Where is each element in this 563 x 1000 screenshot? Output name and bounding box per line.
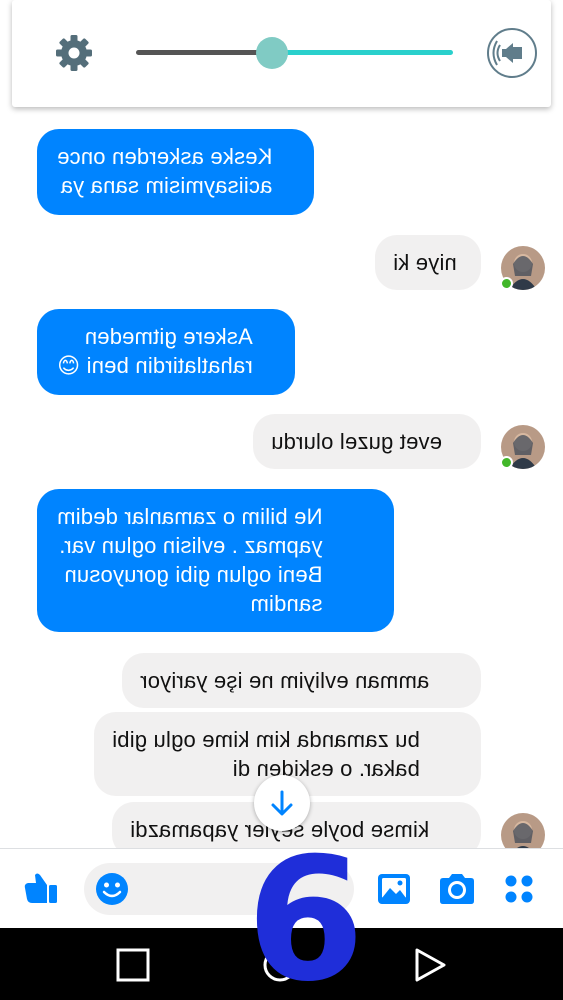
thumbs-up-icon[interactable] [22, 869, 60, 907]
recents-button[interactable] [115, 947, 151, 983]
message-text: Keske askerden once aciisaymisim sana ya [57, 144, 273, 198]
message-text: niye ki [393, 250, 457, 275]
online-indicator [500, 277, 513, 290]
message-bubble-outgoing[interactable]: amman evliyim ne işe yariyor [122, 653, 481, 708]
speaker-icon [492, 40, 522, 66]
camera-icon[interactable] [438, 871, 476, 907]
message-text: Ne bilim o zamanlar dedim yapmaz . evlis… [57, 504, 323, 616]
message-bubble-incoming[interactable]: Keske askerden once aciisaymisim sana ya [37, 129, 314, 215]
message-text: amman evliyim ne işe yariyor [140, 668, 430, 693]
four-dots-icon[interactable] [503, 873, 535, 905]
overlay-number: 9 [246, 814, 365, 1000]
smiley-icon[interactable] [94, 871, 130, 907]
volume-slider-thumb[interactable] [256, 37, 288, 69]
conversation[interactable]: Keske askerden once aciisaymisim sana ya… [0, 0, 563, 848]
speaker-button[interactable] [487, 28, 537, 78]
message-bubble-outgoing[interactable]: evet guzel olurdu [253, 414, 481, 469]
volume-track-filled[interactable] [136, 50, 272, 55]
message-text: evet guzel olurdu [271, 429, 442, 454]
image-icon[interactable] [376, 871, 412, 907]
volume-panel [12, 0, 551, 107]
message-bubble-outgoing[interactable]: niye ki [375, 235, 481, 290]
message-bubble-incoming[interactable]: Askere gitmeden rahatlatirdin beni 😊 [37, 309, 295, 395]
online-indicator [500, 456, 513, 469]
message-text: Askere gitmeden rahatlatirdin beni 😊 [57, 324, 253, 378]
message-bubble-incoming[interactable]: Ne bilim o zamanlar dedim yapmaz . evlis… [37, 489, 394, 632]
volume-track-remaining[interactable] [272, 50, 453, 55]
gear-icon[interactable] [54, 33, 94, 73]
avatar[interactable] [501, 813, 545, 848]
back-button[interactable] [412, 947, 448, 983]
